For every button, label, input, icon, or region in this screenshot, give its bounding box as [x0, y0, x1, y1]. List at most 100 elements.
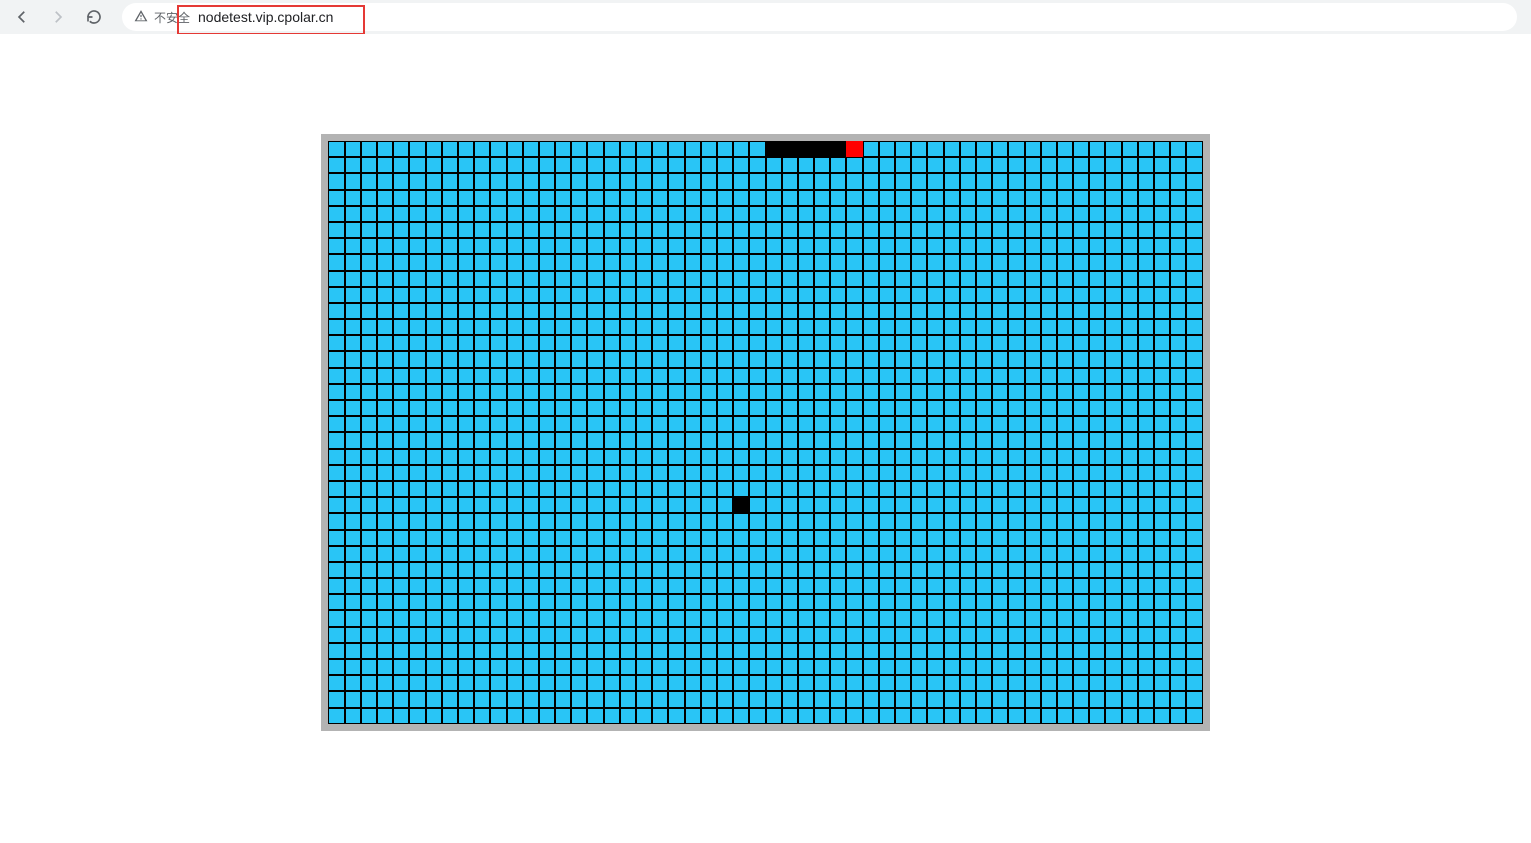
grid-cell [1122, 206, 1138, 222]
grid-cell [992, 206, 1008, 222]
grid-cell [1057, 400, 1073, 416]
grid-cell [1041, 368, 1057, 384]
grid-cell [571, 708, 587, 724]
grid-cell [701, 173, 717, 189]
grid-cell [846, 368, 862, 384]
grid-cell [1089, 384, 1105, 400]
grid-cell [458, 578, 474, 594]
grid-cell [701, 368, 717, 384]
grid-cell [490, 465, 506, 481]
grid-cell [523, 190, 539, 206]
grid-cell [911, 319, 927, 335]
security-indicator[interactable]: 不安全 [134, 9, 190, 26]
grid-cell [328, 594, 344, 610]
grid-cell [701, 610, 717, 626]
grid-cell [733, 675, 749, 691]
grid-cell [749, 546, 765, 562]
grid-cell [798, 691, 814, 707]
grid-cell [539, 481, 555, 497]
grid-cell [733, 546, 749, 562]
grid-cell [895, 271, 911, 287]
grid-cell [863, 157, 879, 173]
grid-cell [1105, 562, 1121, 578]
back-button[interactable] [8, 3, 36, 31]
grid-cell [377, 465, 393, 481]
grid-cell [555, 497, 571, 513]
grid-cell [733, 351, 749, 367]
grid-cell [345, 157, 361, 173]
grid-cell [976, 546, 992, 562]
grid-cell [1186, 141, 1202, 157]
grid-cell [1057, 206, 1073, 222]
snake-game-board[interactable] [321, 134, 1209, 731]
grid-cell [1089, 481, 1105, 497]
grid-cell [1025, 157, 1041, 173]
grid-cell [490, 319, 506, 335]
grid-cell [976, 222, 992, 238]
grid-cell [701, 481, 717, 497]
grid-cell [960, 400, 976, 416]
grid-cell [1138, 303, 1154, 319]
grid-cell [539, 432, 555, 448]
grid-cell [1089, 287, 1105, 303]
grid-cell [1105, 287, 1121, 303]
grid-cell [1138, 432, 1154, 448]
grid-cell [442, 546, 458, 562]
grid-cell [766, 335, 782, 351]
grid-cell [555, 173, 571, 189]
grid-cell [895, 449, 911, 465]
grid-cell [798, 530, 814, 546]
grid-cell [863, 254, 879, 270]
grid-cell [652, 643, 668, 659]
grid-cell [377, 222, 393, 238]
grid-cell [458, 319, 474, 335]
grid-cell [1089, 465, 1105, 481]
grid-cell [507, 157, 523, 173]
grid-cell [749, 173, 765, 189]
grid-cell [733, 271, 749, 287]
url-bar[interactable]: 不安全 nodetest.vip.cpolar.cn [122, 3, 1517, 31]
grid-cell [733, 449, 749, 465]
grid-cell [1170, 497, 1186, 513]
forward-button[interactable] [44, 3, 72, 31]
grid-cell [863, 562, 879, 578]
grid-cell [1138, 643, 1154, 659]
grid-cell [846, 432, 862, 448]
grid-cell [587, 659, 603, 675]
grid-cell [1186, 578, 1202, 594]
grid-cell [927, 675, 943, 691]
grid-cell [927, 432, 943, 448]
grid-cell [830, 384, 846, 400]
grid-cell [976, 238, 992, 254]
grid-cell [377, 319, 393, 335]
grid-cell [960, 546, 976, 562]
grid-cell [766, 513, 782, 529]
grid-cell [361, 222, 377, 238]
grid-cell [393, 287, 409, 303]
grid-cell [749, 287, 765, 303]
grid-cell [361, 287, 377, 303]
grid-cell [1025, 594, 1041, 610]
snake-body-cell [782, 141, 798, 157]
grid-cell [798, 206, 814, 222]
grid-cell [377, 173, 393, 189]
grid-cell [409, 578, 425, 594]
grid-cell [992, 481, 1008, 497]
grid-cell [944, 578, 960, 594]
grid-cell [1089, 449, 1105, 465]
grid-cell [490, 610, 506, 626]
grid-cell [685, 708, 701, 724]
grid-cell [846, 546, 862, 562]
grid-cell [1170, 643, 1186, 659]
grid-cell [1089, 530, 1105, 546]
grid-cell [717, 513, 733, 529]
grid-cell [571, 400, 587, 416]
reload-button[interactable] [80, 3, 108, 31]
grid-cell [587, 303, 603, 319]
grid-cell [717, 351, 733, 367]
grid-cell [571, 675, 587, 691]
grid-cell [1041, 351, 1057, 367]
grid-cell [814, 449, 830, 465]
grid-cell [1089, 497, 1105, 513]
grid-cell [1154, 675, 1170, 691]
